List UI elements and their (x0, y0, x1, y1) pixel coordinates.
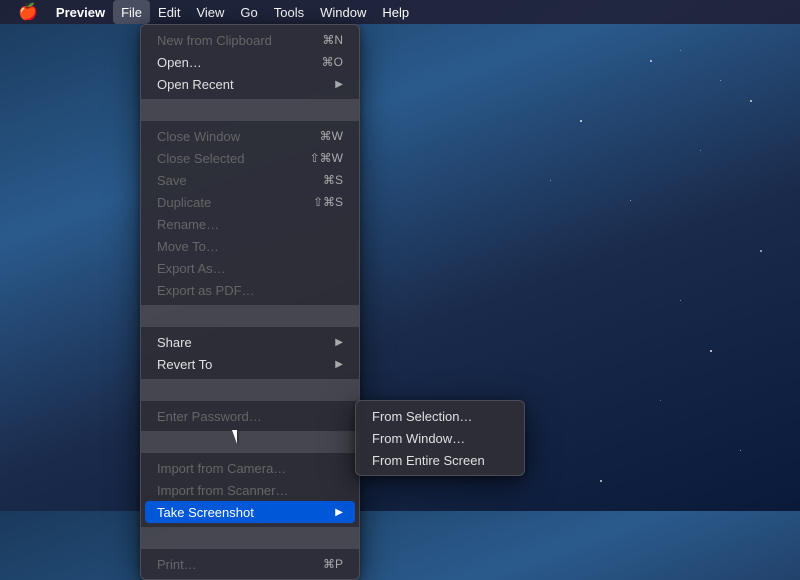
menu-item-save-label: Save (157, 173, 323, 188)
menu-item-print-label: Print… (157, 557, 323, 572)
menu-item-new-clipboard-shortcut: ⌘N (322, 33, 343, 47)
menu-item-close-selected[interactable]: Close Selected ⇧⌘W (141, 147, 359, 169)
menu-item-from-entire-screen-label: From Entire Screen (372, 453, 508, 468)
apple-icon: 🍎 (18, 2, 38, 22)
menu-item-export-as[interactable]: Export As… (141, 257, 359, 279)
menu-item-save[interactable]: Save ⌘S (141, 169, 359, 191)
separator-5 (141, 527, 359, 549)
menu-item-enter-password[interactable]: Enter Password… (141, 405, 359, 427)
menubar-window-label: Window (320, 5, 366, 20)
menubar-file-label: File (121, 5, 142, 20)
menu-item-export-as-label: Export As… (157, 261, 343, 276)
menu-item-share-label: Share (157, 335, 335, 350)
menu-item-from-window-label: From Window… (372, 431, 508, 446)
menu-item-import-camera[interactable]: Import from Camera… (141, 457, 359, 479)
separator-2 (141, 305, 359, 327)
menu-item-close-window-label: Close Window (157, 129, 320, 144)
menu-item-from-window[interactable]: From Window… (356, 427, 524, 449)
menu-item-from-entire-screen[interactable]: From Entire Screen (356, 449, 524, 471)
menu-item-move-to-label: Move To… (157, 239, 343, 254)
apple-menu-button[interactable]: 🍎 (8, 0, 48, 24)
revert-to-arrow-icon: ▶ (335, 359, 343, 370)
menu-item-open-recent[interactable]: Open Recent ▶ (141, 73, 359, 95)
menu-item-import-scanner[interactable]: Import from Scanner… (141, 479, 359, 501)
menu-item-save-shortcut: ⌘S (323, 173, 343, 187)
menu-item-rename-label: Rename… (157, 217, 343, 232)
open-recent-arrow-icon: ▶ (335, 79, 343, 90)
menubar-preview-label: Preview (56, 5, 105, 20)
menu-item-share[interactable]: Share ▶ (141, 331, 359, 353)
menu-item-open-recent-label: Open Recent (157, 77, 335, 92)
menubar-edit[interactable]: Edit (150, 0, 188, 24)
menu-item-close-selected-shortcut: ⇧⌘W (310, 151, 343, 165)
take-screenshot-arrow-icon: ▶ (335, 507, 343, 518)
menu-item-duplicate[interactable]: Duplicate ⇧⌘S (141, 191, 359, 213)
menu-item-take-screenshot-label: Take Screenshot (157, 505, 335, 520)
share-arrow-icon: ▶ (335, 337, 343, 348)
menu-item-export-pdf-label: Export as PDF… (157, 283, 343, 298)
menu-item-move-to[interactable]: Move To… (141, 235, 359, 257)
screenshot-submenu-panel: From Selection… From Window… From Entire… (355, 400, 525, 476)
menubar-tools-label: Tools (274, 5, 304, 20)
menu-item-open-shortcut: ⌘O (322, 55, 343, 69)
menu-item-from-selection[interactable]: From Selection… (356, 405, 524, 427)
menu-item-import-camera-label: Import from Camera… (157, 461, 343, 476)
menu-item-close-window[interactable]: Close Window ⌘W (141, 125, 359, 147)
separator-1 (141, 99, 359, 121)
menu-item-duplicate-shortcut: ⇧⌘S (313, 195, 343, 209)
file-menu-dropdown: New from Clipboard ⌘N Open… ⌘O Open Rece… (140, 24, 360, 580)
menu-item-from-selection-label: From Selection… (372, 409, 508, 424)
menubar-help-label: Help (382, 5, 409, 20)
menu-item-import-scanner-label: Import from Scanner… (157, 483, 343, 498)
menu-item-take-screenshot[interactable]: Take Screenshot ▶ (145, 501, 355, 523)
menu-item-print-shortcut: ⌘P (323, 557, 343, 571)
menubar-window[interactable]: Window (312, 0, 374, 24)
menu-item-revert-to[interactable]: Revert To ▶ (141, 353, 359, 375)
menu-item-revert-to-label: Revert To (157, 357, 335, 372)
menu-item-open[interactable]: Open… ⌘O (141, 51, 359, 73)
menu-item-duplicate-label: Duplicate (157, 195, 313, 210)
menubar-go-label: Go (240, 5, 257, 20)
menu-item-print[interactable]: Print… ⌘P (141, 553, 359, 575)
separator-3 (141, 379, 359, 401)
menubar-view[interactable]: View (188, 0, 232, 24)
menu-item-rename[interactable]: Rename… (141, 213, 359, 235)
menu-item-enter-password-label: Enter Password… (157, 409, 343, 424)
menu-item-export-pdf[interactable]: Export as PDF… (141, 279, 359, 301)
menu-item-new-clipboard[interactable]: New from Clipboard ⌘N (141, 29, 359, 51)
menubar-help[interactable]: Help (374, 0, 417, 24)
menubar-edit-label: Edit (158, 5, 180, 20)
menubar-tools[interactable]: Tools (266, 0, 312, 24)
menu-item-open-label: Open… (157, 55, 322, 70)
menubar-file[interactable]: File (113, 0, 150, 24)
menu-item-close-selected-label: Close Selected (157, 151, 310, 166)
menubar-go[interactable]: Go (232, 0, 265, 24)
separator-4 (141, 431, 359, 453)
menu-item-close-window-shortcut: ⌘W (320, 129, 343, 143)
menu-item-new-clipboard-label: New from Clipboard (157, 33, 322, 48)
file-menu-panel: New from Clipboard ⌘N Open… ⌘O Open Rece… (140, 24, 360, 580)
menubar-preview[interactable]: Preview (48, 0, 113, 24)
menubar: 🍎 Preview File Edit View Go Tools Window… (0, 0, 800, 24)
menubar-view-label: View (196, 5, 224, 20)
